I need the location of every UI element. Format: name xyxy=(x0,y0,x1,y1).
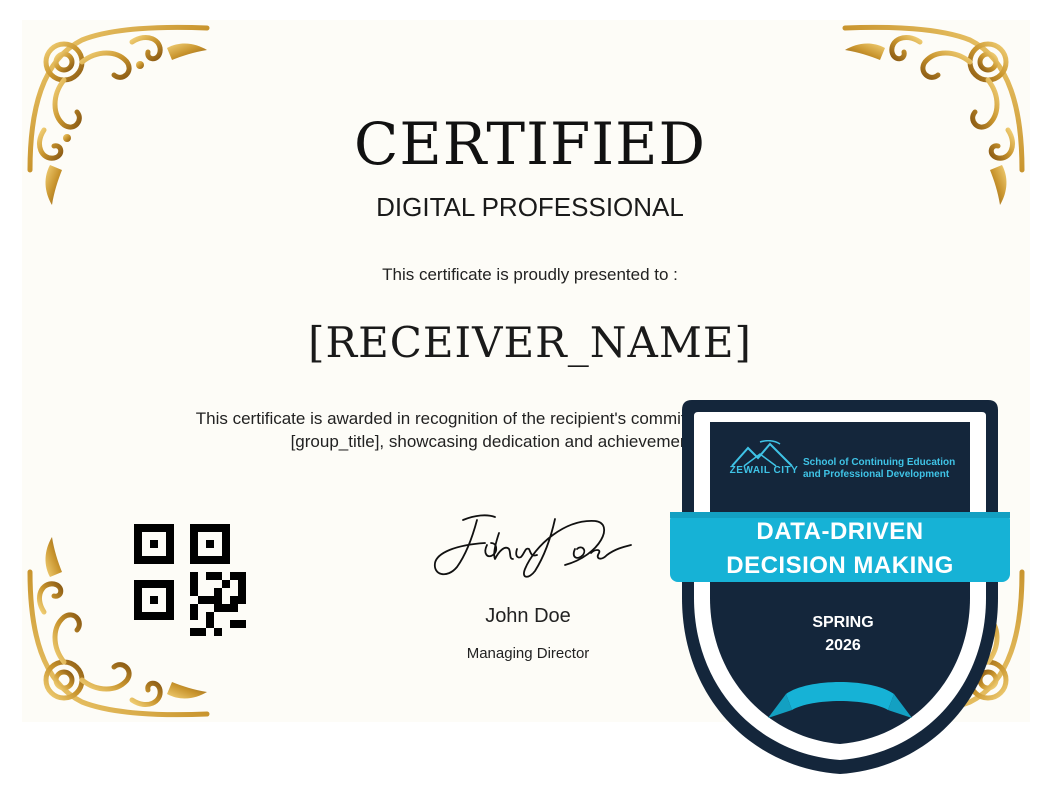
badge-city-label: ZEWAIL CITY xyxy=(729,465,799,476)
receiver-name: [RECEIVER_NAME] xyxy=(308,318,752,367)
badge-season: SPRING xyxy=(812,614,874,631)
presented-to-text: This certificate is proudly presented to… xyxy=(382,265,678,284)
badge-title-line-1: DATA-DRIVEN xyxy=(756,518,924,545)
badge-org-line-2: and Professional Development xyxy=(803,469,950,480)
badge-title-line-2: DECISION MAKING xyxy=(726,552,954,579)
signatory-name: John Doe xyxy=(485,605,571,627)
certificate-subtitle: DIGITAL PROFESSIONAL xyxy=(376,192,684,222)
qr-code-icon xyxy=(134,524,246,636)
badge-organization: School of Continuing Education and Profe… xyxy=(803,457,993,481)
certificate-title: CERTIFIED xyxy=(354,110,706,178)
badge-year: 2026 xyxy=(825,637,861,654)
signature-image xyxy=(425,505,635,585)
course-badge xyxy=(668,398,1012,776)
badge-org-line-1: School of Continuing Education xyxy=(803,457,956,468)
signatory-role: Managing Director xyxy=(466,645,590,662)
